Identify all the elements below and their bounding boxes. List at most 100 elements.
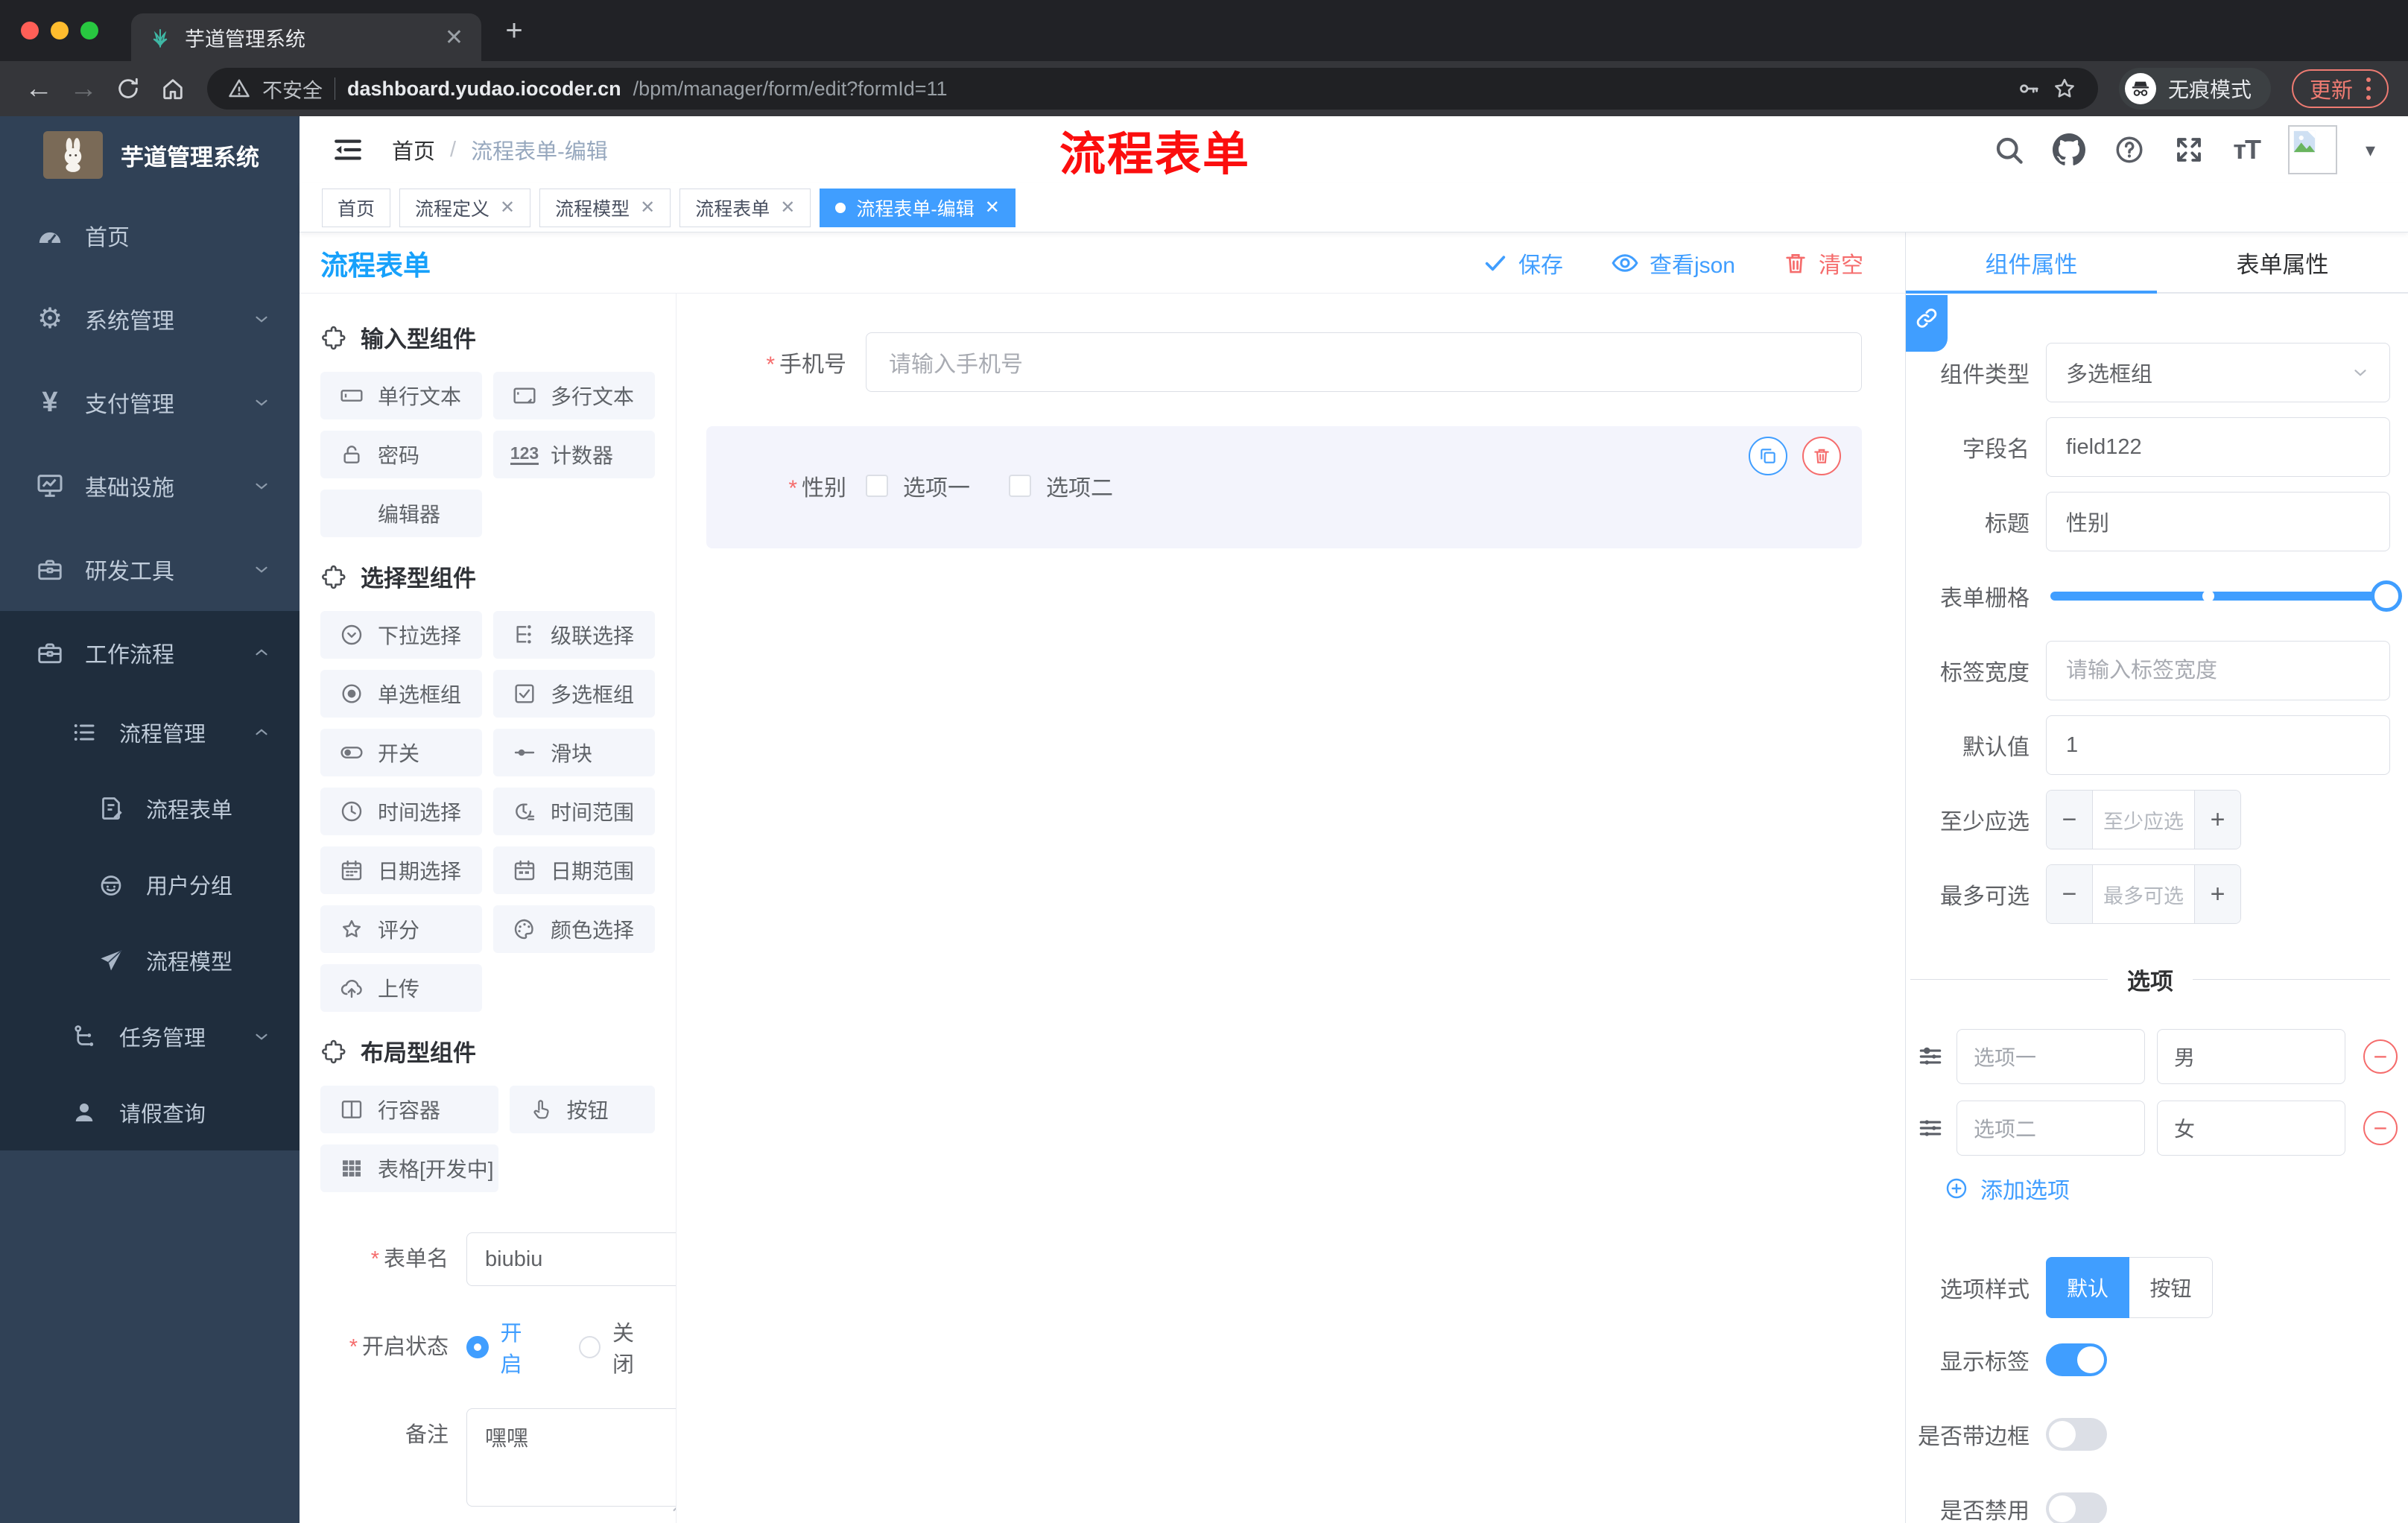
component-row-container[interactable]: 行容器: [320, 1086, 498, 1133]
sidebar-item-process-manage[interactable]: 流程管理: [0, 694, 300, 770]
delete-component-button[interactable]: [1802, 437, 1841, 475]
disabled-toggle[interactable]: [2046, 1492, 2107, 1523]
back-icon[interactable]: ←: [19, 69, 58, 108]
phone-field-input[interactable]: 请输入手机号: [866, 332, 1862, 392]
security-label[interactable]: 不安全: [262, 75, 323, 104]
component-multi-text[interactable]: 多行文本: [493, 372, 655, 419]
gender-option-1-checkbox[interactable]: 选项一: [866, 469, 970, 502]
canvas-phone-field[interactable]: * 手机号 请输入手机号: [706, 332, 1862, 392]
show-label-toggle[interactable]: [2046, 1343, 2107, 1376]
minus-button[interactable]: −: [2047, 791, 2093, 849]
tag-close-icon[interactable]: ✕: [780, 197, 795, 218]
sidebar-item-infra[interactable]: 基础设施: [0, 444, 300, 528]
slider-handle[interactable]: [2371, 580, 2402, 612]
sidebar-item-process-form[interactable]: 流程表单: [0, 770, 300, 846]
style-button-button[interactable]: 按钮: [2129, 1257, 2213, 1318]
component-time-range[interactable]: 时间范围: [493, 788, 655, 835]
browser-update-button[interactable]: 更新: [2291, 69, 2389, 108]
tab-close-icon[interactable]: ✕: [445, 25, 463, 51]
sidebar-item-user-group[interactable]: 用户分组: [0, 846, 300, 922]
avatar-caret-icon[interactable]: ▾: [2366, 139, 2375, 162]
drag-handle-icon[interactable]: [1916, 1042, 1945, 1071]
sidebar-item-workflow[interactable]: 工作流程: [0, 611, 300, 694]
component-button[interactable]: 按钮: [509, 1086, 655, 1133]
component-time-picker[interactable]: 时间选择: [320, 788, 482, 835]
close-window-button[interactable]: [21, 22, 39, 39]
copy-component-button[interactable]: [1749, 437, 1787, 475]
plus-button[interactable]: +: [2194, 865, 2240, 923]
component-checkbox-group[interactable]: 多选框组: [493, 670, 655, 718]
component-radio-group[interactable]: 单选框组: [320, 670, 482, 718]
add-option-button[interactable]: 添加选项: [1945, 1172, 2408, 1205]
new-tab-button[interactable]: +: [496, 13, 532, 48]
minimize-window-button[interactable]: [51, 22, 69, 39]
tag-process-form-edit[interactable]: 流程表单-编辑 ✕: [820, 188, 1016, 227]
border-toggle[interactable]: [2046, 1418, 2107, 1451]
canvas-gender-field[interactable]: * 性别 选项一 选项二: [706, 469, 1835, 502]
title-input[interactable]: [2046, 492, 2390, 551]
label-width-input[interactable]: [2046, 641, 2390, 700]
tag-home[interactable]: 首页: [322, 188, 391, 227]
component-rate[interactable]: 评分: [320, 905, 482, 953]
component-type-select[interactable]: 多选框组: [2046, 343, 2390, 402]
browser-tab[interactable]: 芋道管理系统 ✕: [131, 13, 481, 61]
resize-handle-icon[interactable]: [671, 1489, 676, 1503]
component-upload[interactable]: 上传: [320, 964, 482, 1012]
option-2-label-input[interactable]: [1956, 1101, 2145, 1156]
tab-component-props[interactable]: 组件属性: [1906, 232, 2157, 292]
form-name-input[interactable]: [466, 1232, 676, 1286]
link-side-tab[interactable]: [1906, 295, 1948, 352]
component-select[interactable]: 下拉选择: [320, 611, 482, 659]
component-table[interactable]: 表格[开发中]: [320, 1144, 498, 1192]
option-2-value-input[interactable]: [2157, 1101, 2345, 1156]
component-counter[interactable]: 123 计数器: [493, 431, 655, 478]
search-icon[interactable]: [1993, 134, 2024, 165]
maximize-window-button[interactable]: [80, 22, 98, 39]
collapse-menu-icon[interactable]: [332, 134, 364, 165]
remove-option-button[interactable]: −: [2363, 1039, 2398, 1074]
tab-form-props[interactable]: 表单属性: [2157, 232, 2408, 292]
grid-slider[interactable]: [2050, 580, 2402, 612]
app-logo[interactable]: 芋道管理系统: [0, 116, 300, 194]
tag-close-icon[interactable]: ✕: [500, 197, 515, 218]
clear-button[interactable]: 清空: [1783, 247, 1863, 279]
tag-close-icon[interactable]: ✕: [640, 197, 655, 218]
github-icon[interactable]: [2053, 133, 2086, 166]
field-name-input[interactable]: [2046, 417, 2390, 477]
sidebar-item-system[interactable]: ⚙ 系统管理: [0, 277, 300, 361]
tag-process-model[interactable]: 流程模型 ✕: [539, 188, 671, 227]
component-slider[interactable]: 滑块: [493, 729, 655, 776]
tag-process-definition[interactable]: 流程定义 ✕: [399, 188, 531, 227]
form-remark-textarea[interactable]: 嘿嘿: [466, 1408, 676, 1507]
component-switch[interactable]: 开关: [320, 729, 482, 776]
reload-icon[interactable]: [109, 69, 148, 108]
sidebar-item-home[interactable]: 首页: [0, 194, 300, 277]
component-password[interactable]: 密码: [320, 431, 482, 478]
forward-icon[interactable]: →: [64, 69, 103, 108]
sidebar-item-process-model[interactable]: 流程模型: [0, 922, 300, 998]
gender-option-2-checkbox[interactable]: 选项二: [1009, 469, 1113, 502]
save-button[interactable]: 保存: [1483, 247, 1563, 279]
component-date-range[interactable]: 日期范围: [493, 846, 655, 894]
sidebar-item-leave-query[interactable]: 请假查询: [0, 1074, 300, 1150]
sidebar-item-task-manage[interactable]: 任务管理: [0, 998, 300, 1074]
plus-button[interactable]: +: [2194, 791, 2240, 849]
url-bar[interactable]: 不安全 dashboard.yudao.iocoder.cn/bpm/manag…: [207, 68, 2098, 110]
browser-menu-icon[interactable]: [2366, 77, 2371, 100]
minus-button[interactable]: −: [2047, 865, 2093, 923]
status-on-radio[interactable]: 开启: [466, 1316, 543, 1378]
max-select-value[interactable]: 最多可选: [2093, 865, 2194, 923]
breadcrumb-home[interactable]: 首页: [392, 134, 435, 165]
component-single-text[interactable]: 单行文本: [320, 372, 482, 419]
bookmark-star-icon[interactable]: [2052, 76, 2077, 101]
remove-option-button[interactable]: −: [2363, 1111, 2398, 1145]
view-json-button[interactable]: 查看json: [1611, 247, 1735, 279]
option-1-value-input[interactable]: [2157, 1029, 2345, 1084]
component-color-picker[interactable]: 颜色选择: [493, 905, 655, 953]
option-1-label-input[interactable]: [1956, 1029, 2145, 1084]
tag-process-form[interactable]: 流程表单 ✕: [679, 188, 811, 227]
password-key-icon[interactable]: [2018, 77, 2040, 100]
component-editor[interactable]: 编辑器: [320, 490, 482, 537]
sidebar-item-payment[interactable]: ¥ 支付管理: [0, 361, 300, 444]
default-value-input[interactable]: [2046, 715, 2390, 775]
